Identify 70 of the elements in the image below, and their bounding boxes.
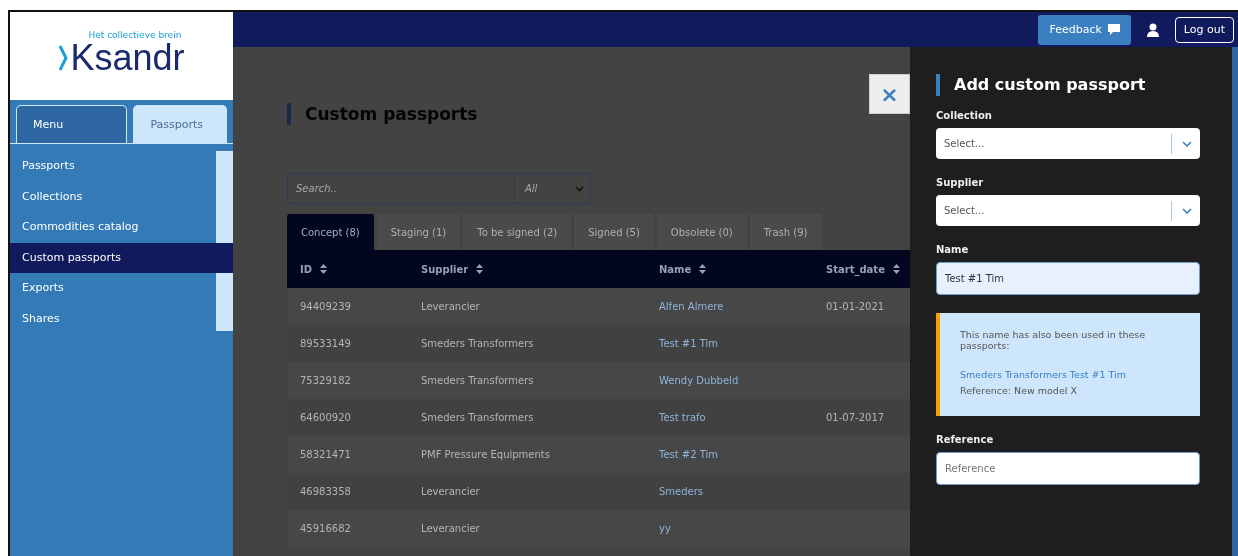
chat-icon bbox=[1107, 24, 1120, 35]
table-cell: Smeders Transformers bbox=[421, 338, 534, 349]
name-link[interactable]: Alfen Almere bbox=[659, 301, 724, 312]
notice-text: This name has also been used in these passports: bbox=[960, 329, 1147, 351]
table-cell: Smeders Transformers bbox=[421, 375, 534, 386]
sidebar-item[interactable]: Collections bbox=[10, 181, 216, 212]
column-header[interactable]: Name bbox=[659, 263, 692, 275]
close-button[interactable]: × bbox=[869, 74, 910, 114]
chevron-down-icon bbox=[1182, 207, 1192, 214]
name-link[interactable]: Smeders bbox=[659, 486, 704, 497]
sidebar-item[interactable]: Shares bbox=[10, 303, 216, 334]
text-field[interactable]: Reference bbox=[936, 452, 1200, 485]
name-link[interactable]: Wendy Dubbeld bbox=[659, 375, 739, 386]
table-cell: 45916682 bbox=[300, 523, 351, 534]
table-cell: 58321471 bbox=[300, 449, 351, 460]
column-header[interactable]: ID bbox=[300, 263, 313, 275]
chevron-down-icon bbox=[1182, 140, 1192, 147]
status-tab[interactable]: Trash (9) bbox=[749, 214, 822, 250]
filter-dropdown[interactable]: All bbox=[515, 173, 591, 204]
sidebar-tab[interactable]: Menu bbox=[16, 105, 127, 143]
column-header[interactable]: Supplier bbox=[421, 263, 469, 275]
status-tab[interactable]: Concept (8) bbox=[287, 214, 374, 250]
field-label: Name bbox=[936, 244, 970, 255]
table-cell: PMF Pressure Equipments bbox=[421, 449, 550, 460]
column-header[interactable]: Start_date bbox=[826, 263, 885, 275]
search-field[interactable]: Search.. bbox=[287, 173, 515, 204]
logo-wordmark: Ksandr bbox=[70, 40, 185, 76]
passport-link[interactable]: Smeders Transformers Test #1 Tim bbox=[960, 369, 1180, 380]
reference-text: Reference: New model X bbox=[960, 385, 1078, 396]
status-tab[interactable]: Staging (1) bbox=[376, 214, 461, 250]
text-field[interactable]: Test #1 Tim bbox=[936, 262, 1200, 295]
user-icon[interactable] bbox=[1146, 22, 1159, 37]
name-link[interactable]: Test #1 Tim bbox=[659, 338, 719, 349]
sidebar-item[interactable]: Passports bbox=[10, 151, 216, 182]
sidebar-item[interactable]: Commodities catalog bbox=[10, 212, 216, 243]
sort-icon[interactable] bbox=[476, 264, 484, 274]
table-cell: Leverancier bbox=[421, 523, 480, 534]
table-cell: 94409239 bbox=[300, 301, 351, 312]
select-field[interactable]: Select... bbox=[936, 128, 1200, 159]
name-link[interactable]: Test #2 Tim bbox=[659, 449, 719, 460]
sort-icon[interactable] bbox=[699, 264, 707, 274]
table-cell: Leverancier bbox=[421, 301, 480, 312]
sidebar-item[interactable]: Exports bbox=[10, 273, 216, 304]
table-cell: 01-07-2017 bbox=[826, 412, 885, 423]
status-tab[interactable]: Signed (5) bbox=[574, 214, 654, 250]
chevron-logo-icon bbox=[58, 44, 69, 72]
status-tab[interactable]: Obsolete (0) bbox=[656, 214, 747, 250]
table-cell: 64600920 bbox=[300, 412, 351, 423]
table-cell: 75329182 bbox=[300, 375, 351, 386]
sidebar-tab[interactable]: Passports bbox=[132, 105, 227, 143]
sort-icon[interactable] bbox=[892, 264, 900, 274]
field-label: Supplier bbox=[936, 177, 985, 188]
logout-button[interactable]: Log out bbox=[1174, 16, 1234, 43]
panel-title: Add custom passport bbox=[936, 74, 1200, 96]
table-cell: 01-01-2021 bbox=[826, 301, 885, 312]
table-cell: Leverancier bbox=[421, 486, 480, 497]
feedback-button[interactable]: Feedback bbox=[1038, 14, 1131, 45]
table-cell: 89533149 bbox=[300, 338, 351, 349]
name-link[interactable]: Test trafo bbox=[659, 412, 706, 423]
status-tab[interactable]: To be signed (2) bbox=[463, 214, 572, 250]
table-cell: Smeders Transformers bbox=[421, 412, 534, 423]
name-link[interactable]: yy bbox=[659, 523, 671, 534]
sidebar-item[interactable]: Custom passports bbox=[10, 242, 233, 273]
field-label: Collection bbox=[936, 110, 993, 121]
logo-tagline: Het collectieve brein bbox=[88, 30, 182, 40]
sort-icon[interactable] bbox=[320, 264, 328, 274]
chevron-down-icon bbox=[575, 185, 584, 192]
select-field[interactable]: Select... bbox=[936, 195, 1200, 226]
field-label: Reference bbox=[936, 434, 995, 445]
table-cell: 46983358 bbox=[300, 486, 351, 497]
